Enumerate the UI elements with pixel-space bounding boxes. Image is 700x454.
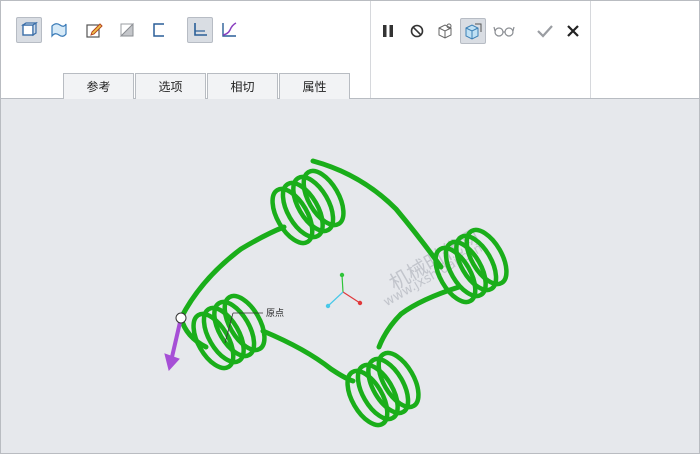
verify-preview-icon (465, 23, 482, 40)
surface-button[interactable] (46, 17, 72, 43)
coil-top (270, 168, 346, 246)
group-separator (590, 1, 591, 98)
tab-properties[interactable]: 属性 (279, 73, 350, 99)
curve-icon (222, 22, 237, 37)
pause-icon (383, 25, 393, 37)
verify-button[interactable] (460, 18, 486, 44)
plane-button[interactable] (114, 17, 140, 43)
ribbon-toolbar: 参考 选项 相切 属性 (1, 1, 699, 99)
curve-button[interactable] (216, 17, 242, 43)
pause-button[interactable] (375, 18, 401, 44)
close-icon (567, 25, 579, 37)
sweep-segment (376, 284, 462, 350)
origin-point-label: 原点 (266, 309, 285, 319)
coordinate-triad (325, 272, 363, 309)
solid-button[interactable] (16, 17, 42, 43)
bracket-icon (153, 23, 164, 37)
checkmark-icon (537, 25, 553, 38)
direction-arrow (164, 317, 183, 372)
graphics-canvas[interactable]: 机械时代网 www.jxshidai.com 原点 (1, 99, 699, 453)
coil-left (191, 293, 267, 371)
ok-button[interactable] (532, 18, 558, 44)
ruler-icon (194, 23, 207, 36)
bracket-button[interactable] (146, 17, 172, 43)
tab-tangency[interactable]: 相切 (207, 73, 278, 99)
tab-reference[interactable]: 参考 (63, 73, 134, 99)
sweep-segment (260, 328, 356, 384)
no-entry-icon (410, 24, 424, 38)
stop-button[interactable] (404, 18, 430, 44)
cancel-button[interactable] (560, 18, 586, 44)
plane-icon (119, 22, 134, 37)
helix-model (164, 158, 509, 428)
solid-icon (21, 21, 38, 37)
glasses-button[interactable] (491, 18, 517, 44)
preview-button[interactable] (432, 18, 458, 44)
start-point-marker (175, 312, 187, 324)
group-separator (370, 1, 371, 98)
coil-bottom (345, 350, 421, 428)
ruler-button[interactable] (187, 17, 213, 43)
geometry-preview-icon (438, 23, 452, 39)
surface-icon (51, 23, 67, 38)
sketch-button[interactable] (81, 17, 107, 43)
sketch-edit-icon (86, 23, 103, 38)
glasses-icon (493, 26, 515, 37)
tab-options[interactable]: 选项 (135, 73, 206, 99)
